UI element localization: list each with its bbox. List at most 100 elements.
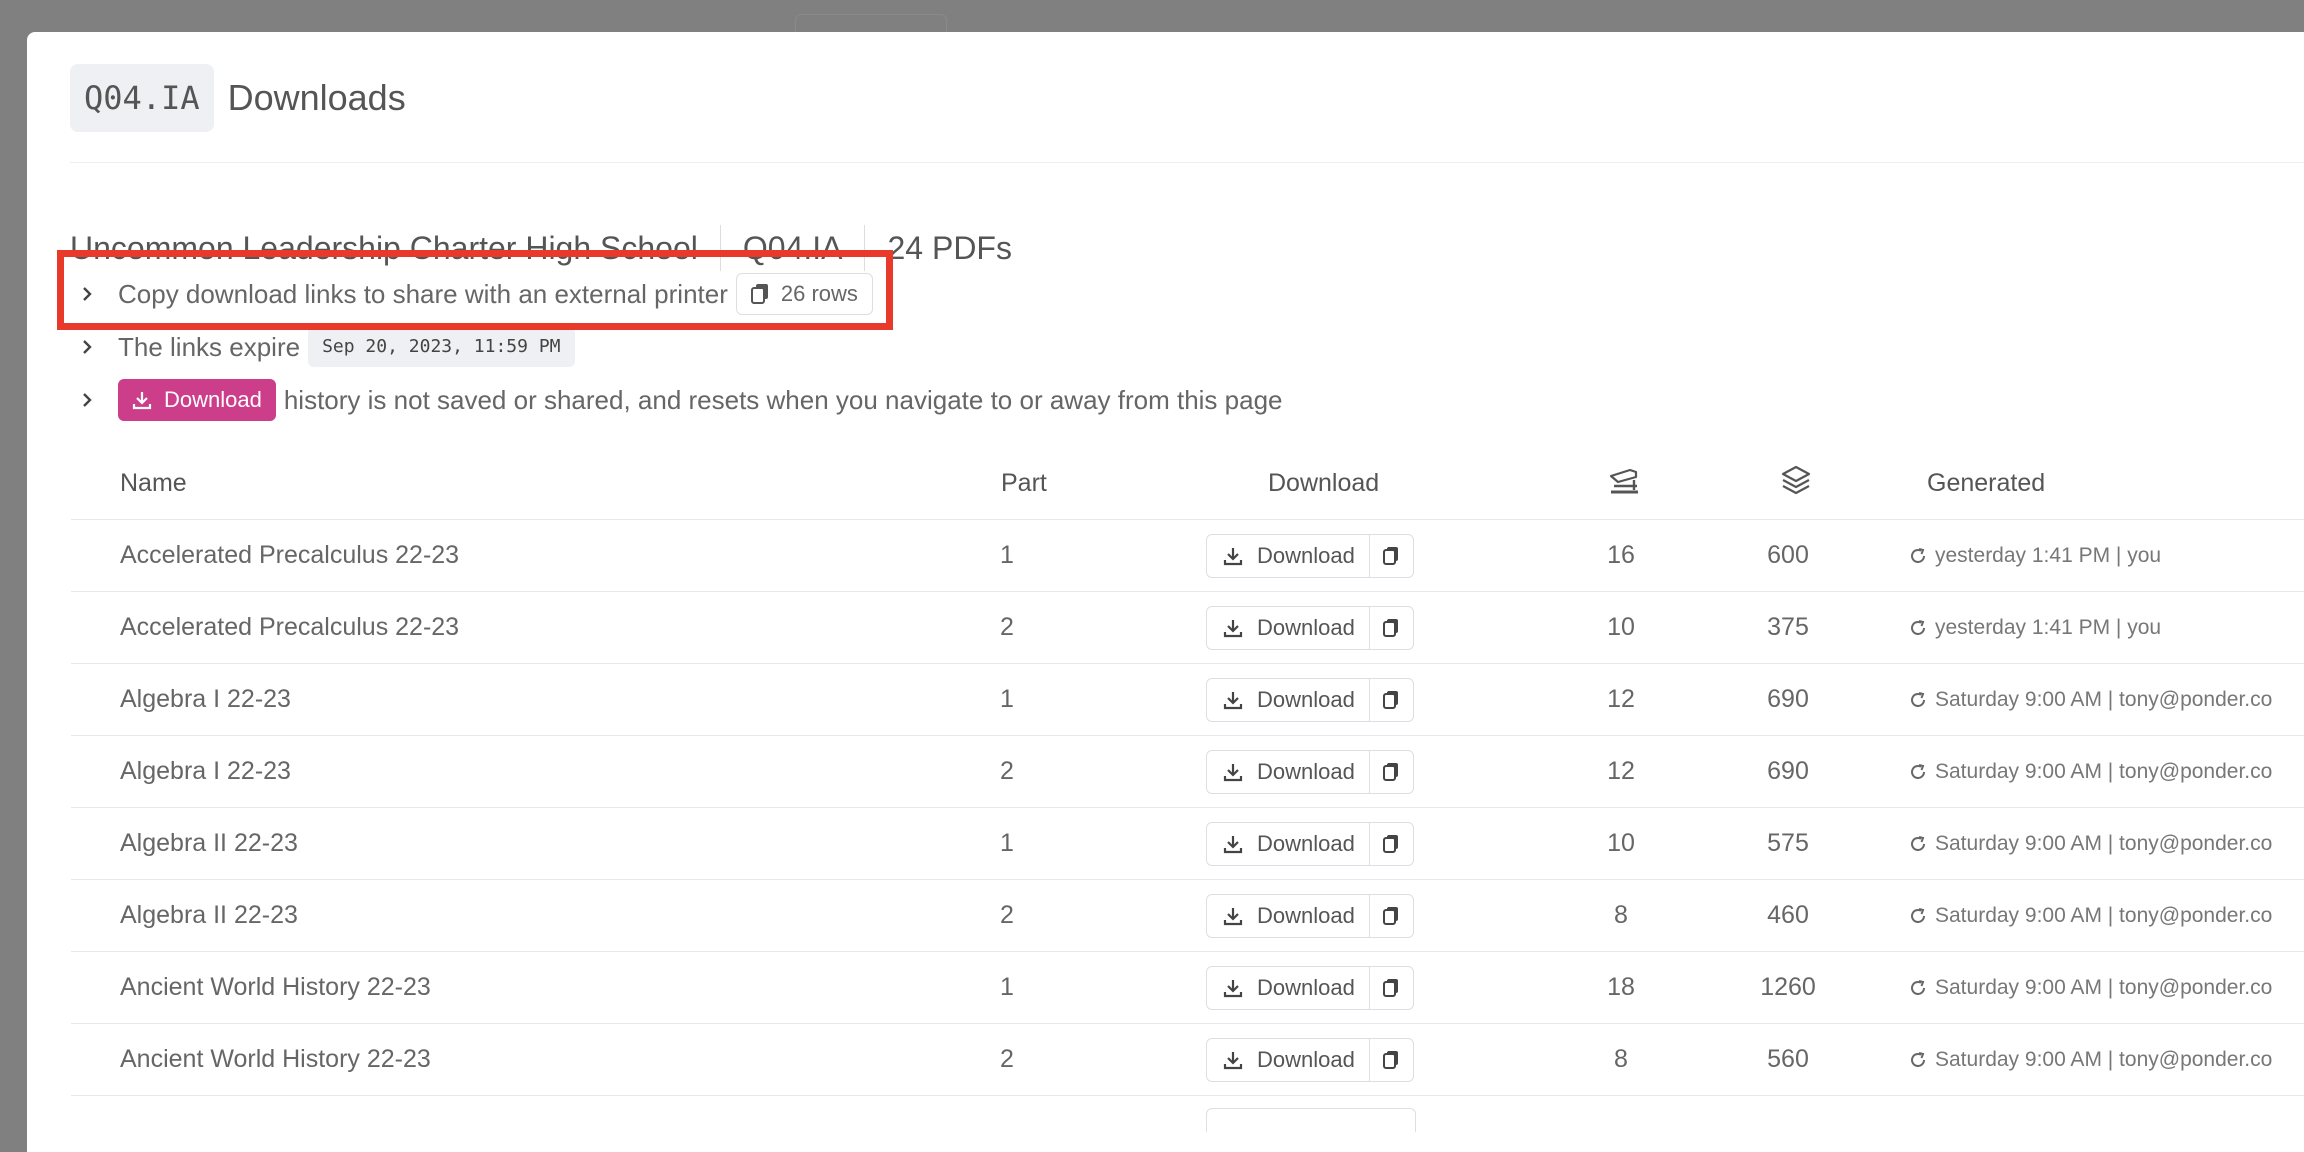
copy-icon bbox=[1383, 690, 1399, 709]
download-icon bbox=[132, 392, 152, 410]
row-generated: Saturday 9:00 AM | tony@ponder.co bbox=[1909, 976, 2272, 1000]
copy-link-button[interactable] bbox=[1369, 533, 1414, 578]
row-download-group: Download bbox=[1206, 533, 1414, 578]
download-button[interactable]: Download bbox=[1206, 533, 1370, 578]
row-generated: Saturday 9:00 AM | tony@ponder.co bbox=[1909, 688, 2272, 712]
downloads-table: Name Part Download Generated Accelerated… bbox=[71, 448, 2304, 1132]
download-icon bbox=[1223, 907, 1243, 925]
copy-icon bbox=[1383, 1050, 1399, 1069]
history-disclosure[interactable]: Download history is not saved or shared,… bbox=[72, 375, 1283, 425]
download-icon bbox=[1223, 691, 1243, 709]
download-button-label: Download bbox=[1257, 686, 1355, 712]
download-button[interactable]: Download bbox=[1206, 1037, 1370, 1082]
row-download-group: Download bbox=[1206, 1037, 1414, 1082]
header-part[interactable]: Part bbox=[1001, 469, 1047, 498]
row-generated: Saturday 9:00 AM | tony@ponder.co bbox=[1909, 832, 2272, 856]
table-body: Accelerated Precalculus 22-23 1 Download… bbox=[71, 520, 2304, 1096]
row-generated: Saturday 9:00 AM | tony@ponder.co bbox=[1909, 1048, 2272, 1072]
download-button[interactable]: Download bbox=[1206, 965, 1370, 1010]
row-name: Ancient World History 22-23 bbox=[120, 973, 431, 1001]
copy-link-button[interactable] bbox=[1369, 605, 1414, 650]
table-header: Name Part Download Generated bbox=[71, 448, 2304, 520]
copy-link-button[interactable] bbox=[1369, 749, 1414, 794]
row-name: Ancient World History 22-23 bbox=[120, 1045, 431, 1073]
header-download: Download bbox=[1268, 469, 1380, 497]
row-pages: 690 bbox=[1767, 685, 1809, 713]
table-row: Algebra I 22-23 2 Download 12 690 Saturd… bbox=[71, 736, 2304, 808]
row-generated-text: Saturday 9:00 AM | tony@ponder.co bbox=[1935, 903, 2273, 927]
chevron-right-icon[interactable] bbox=[72, 392, 102, 408]
table-row bbox=[71, 1096, 2304, 1132]
modal-header: Q04.IA Downloads bbox=[70, 64, 406, 132]
copy-link-button[interactable] bbox=[1369, 893, 1414, 938]
row-download-group: Download bbox=[1206, 893, 1414, 938]
row-part: 2 bbox=[1000, 901, 1014, 929]
refresh-icon bbox=[1911, 979, 1925, 995]
row-pages: 560 bbox=[1767, 1045, 1809, 1073]
downloads-modal: Q04.IA Downloads Uncommon Leadership Cha… bbox=[27, 32, 2304, 1152]
download-button[interactable]: Download bbox=[1206, 605, 1370, 650]
table-row: Ancient World History 22-23 2 Download 8 bbox=[71, 1024, 2304, 1096]
download-button-partial[interactable] bbox=[1206, 1108, 1416, 1132]
download-button-label: Download bbox=[1257, 614, 1355, 640]
row-part: 2 bbox=[1000, 1045, 1014, 1073]
download-icon bbox=[1223, 835, 1243, 853]
download-button[interactable]: Download bbox=[1206, 821, 1370, 866]
chevron-right-icon[interactable] bbox=[72, 339, 102, 355]
row-generated-text: Saturday 9:00 AM | tony@ponder.co bbox=[1935, 1047, 2273, 1071]
history-text: history is not saved or shared, and rese… bbox=[283, 384, 1283, 415]
row-generated-text: Saturday 9:00 AM | tony@ponder.co bbox=[1935, 759, 2273, 783]
download-button-label: Download bbox=[1257, 1046, 1355, 1072]
row-download-group: Download bbox=[1206, 749, 1414, 794]
highlight-box bbox=[57, 250, 893, 330]
download-icon bbox=[1223, 763, 1243, 781]
row-generated-text: yesterday 1:41 PM | you bbox=[1935, 615, 2162, 639]
download-icon bbox=[1223, 619, 1243, 637]
copy-link-button[interactable] bbox=[1369, 677, 1414, 722]
header-name[interactable]: Name bbox=[120, 469, 187, 498]
row-staples: 18 bbox=[1607, 973, 1635, 1001]
header-generated[interactable]: Generated bbox=[1927, 469, 2045, 498]
table-row: Accelerated Precalculus 22-23 1 Download… bbox=[71, 520, 2304, 592]
download-button-label: Download bbox=[1257, 902, 1355, 928]
row-pages: 375 bbox=[1767, 613, 1809, 641]
table-row: Algebra II 22-23 1 Download 10 575 Satur… bbox=[71, 808, 2304, 880]
row-generated-text: Saturday 9:00 AM | tony@ponder.co bbox=[1935, 687, 2273, 711]
row-download-group: Download bbox=[1206, 821, 1414, 866]
refresh-icon bbox=[1911, 619, 1925, 635]
copy-link-button[interactable] bbox=[1369, 965, 1414, 1010]
row-name: Algebra I 22-23 bbox=[120, 757, 291, 785]
expire-text: The links expire bbox=[118, 331, 301, 362]
download-button[interactable]: Download bbox=[1206, 749, 1370, 794]
download-history-button[interactable]: Download bbox=[118, 379, 276, 421]
download-button[interactable]: Download bbox=[1206, 677, 1370, 722]
row-name: Accelerated Precalculus 22-23 bbox=[120, 613, 460, 641]
row-name: Algebra II 22-23 bbox=[120, 901, 298, 929]
row-part: 1 bbox=[1000, 685, 1014, 713]
code-badge: Q04.IA bbox=[70, 64, 214, 132]
pdf-count: 24 PDFs bbox=[887, 229, 1012, 266]
row-staples: 8 bbox=[1614, 901, 1628, 929]
row-staples: 10 bbox=[1607, 613, 1635, 641]
download-button-label: Download bbox=[1257, 830, 1355, 856]
download-button[interactable]: Download bbox=[1206, 893, 1370, 938]
row-generated: yesterday 1:41 PM | you bbox=[1909, 616, 2161, 640]
copy-icon bbox=[1383, 546, 1399, 565]
stapler-icon[interactable] bbox=[1608, 464, 1640, 503]
table-row: Algebra II 22-23 2 Download 8 460 Saturd… bbox=[71, 880, 2304, 952]
row-name: Accelerated Precalculus 22-23 bbox=[120, 541, 460, 569]
copy-icon bbox=[1383, 834, 1399, 853]
copy-icon bbox=[1383, 906, 1399, 925]
header-divider bbox=[70, 162, 2304, 163]
row-generated-text: Saturday 9:00 AM | tony@ponder.co bbox=[1935, 975, 2273, 999]
row-pages: 600 bbox=[1767, 541, 1809, 569]
row-generated-text: yesterday 1:41 PM | you bbox=[1935, 543, 2162, 567]
copy-link-button[interactable] bbox=[1369, 1037, 1414, 1082]
layers-icon[interactable] bbox=[1780, 464, 1812, 503]
row-generated: yesterday 1:41 PM | you bbox=[1909, 544, 2161, 568]
download-history-label: Download bbox=[164, 387, 262, 412]
download-button-label: Download bbox=[1257, 542, 1355, 568]
copy-link-button[interactable] bbox=[1369, 821, 1414, 866]
refresh-icon bbox=[1911, 763, 1925, 779]
row-generated: Saturday 9:00 AM | tony@ponder.co bbox=[1909, 904, 2272, 928]
